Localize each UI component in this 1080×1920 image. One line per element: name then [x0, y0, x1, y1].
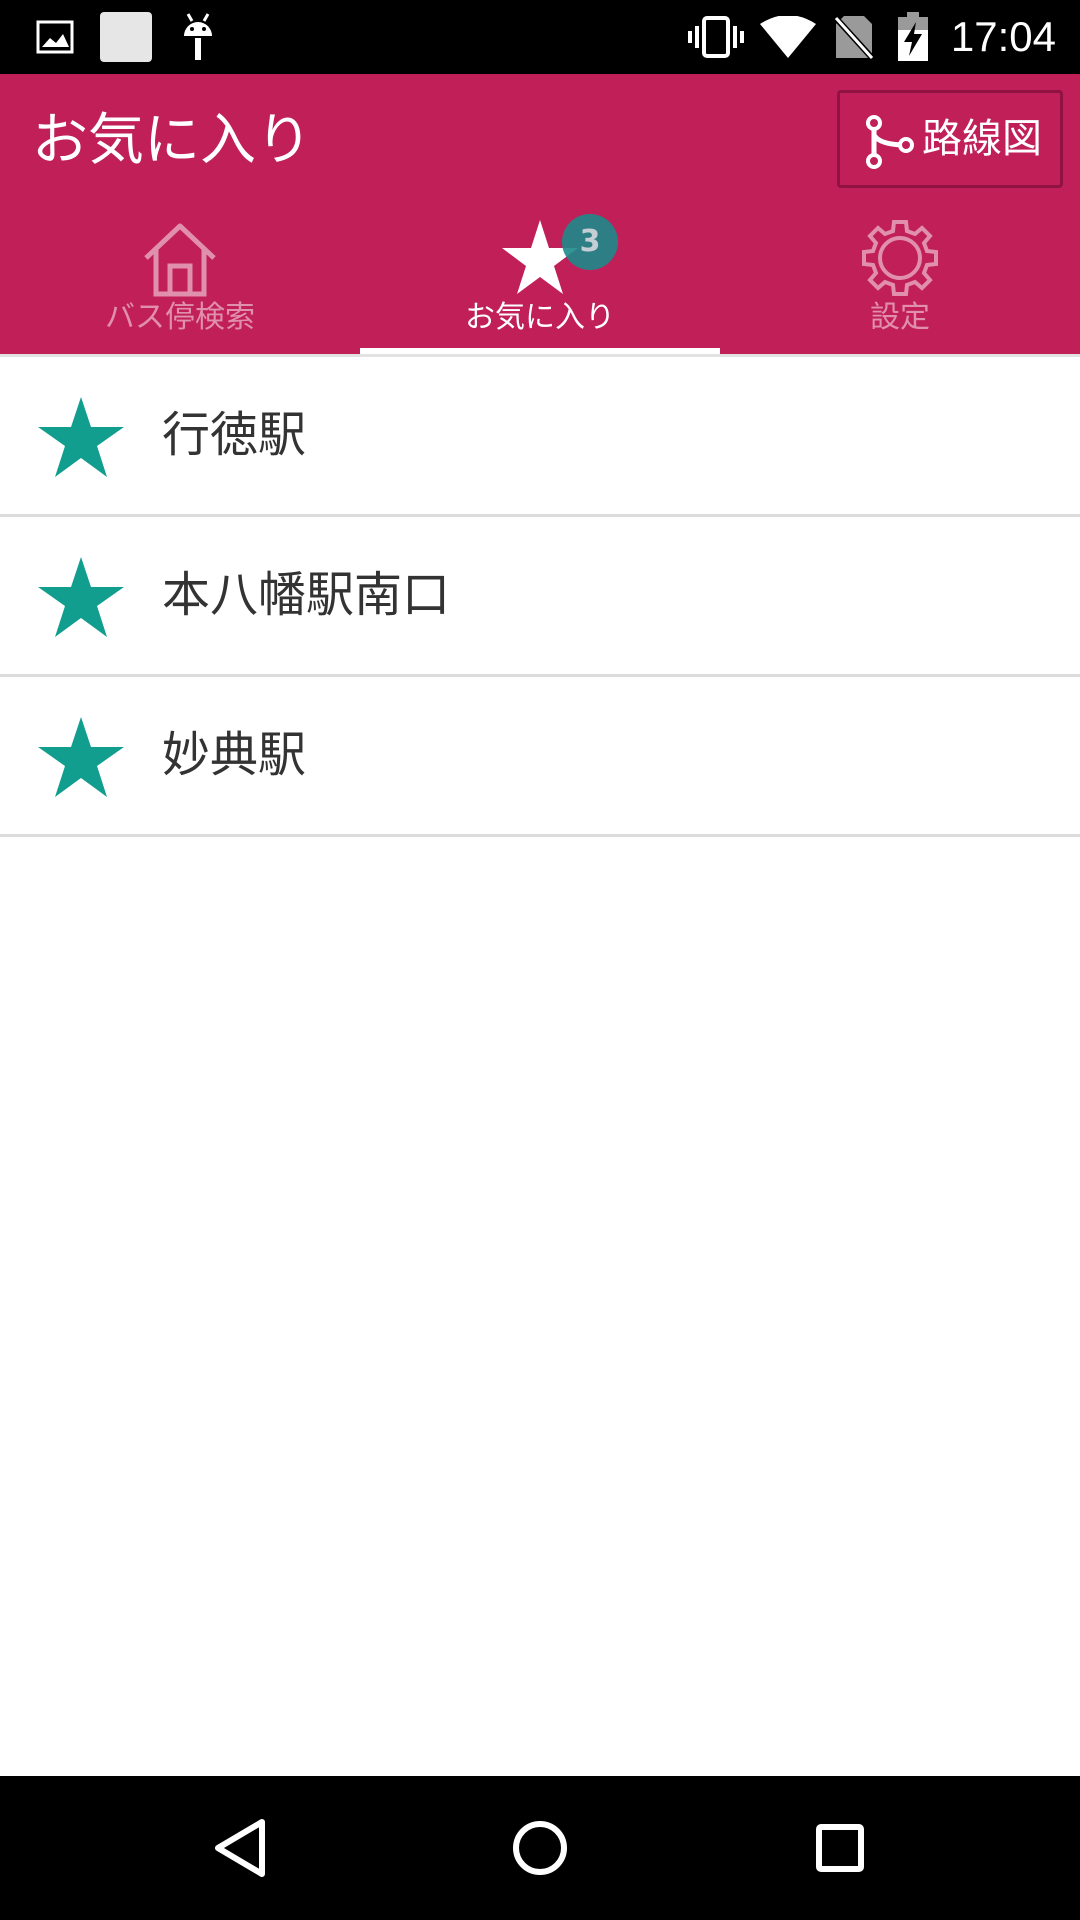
gallery-icon: [36, 20, 74, 58]
star-icon[interactable]: [36, 555, 126, 639]
home-button[interactable]: [490, 1798, 590, 1898]
route-map-button[interactable]: 路線図: [837, 90, 1063, 188]
status-bar: 17:04: [0, 0, 1080, 74]
tab-label: バス停検索: [105, 300, 255, 335]
tab-settings[interactable]: 設定: [720, 214, 1080, 354]
app-screen: 17:04 お気に入り 路線図 バス停検索 3 お気に入り 設定 行徳駅 本八幡…: [0, 0, 1080, 1920]
favorite-item[interactable]: 妙典駅: [0, 677, 1080, 837]
recents-icon: [816, 1824, 864, 1872]
bus-stop-name: 行徳駅: [162, 407, 307, 463]
tab-bus-stop-search[interactable]: バス停検索: [0, 214, 360, 354]
favorite-item[interactable]: 本八幡駅南口: [0, 517, 1080, 677]
bus-stop-name: 妙典駅: [162, 727, 307, 783]
home-icon: [140, 218, 220, 298]
route-map-label: 路線図: [922, 116, 1042, 162]
navigation-bar: [0, 1776, 1080, 1920]
route-map-icon: [866, 115, 914, 169]
app-bar: お気に入り 路線図 バス停検索 3 お気に入り 設定: [0, 74, 1080, 354]
tab-label: お気に入り: [465, 300, 615, 335]
back-button[interactable]: [190, 1798, 290, 1898]
page-title: お気に入り: [32, 108, 312, 173]
android-debug-icon: [180, 12, 216, 66]
wifi-icon: [760, 15, 816, 62]
gear-icon: [860, 218, 940, 298]
home-circle-icon: [513, 1821, 567, 1875]
vibrate-icon: [688, 16, 744, 62]
status-time: 17:04: [950, 13, 1056, 60]
favorites-count-badge: 3: [562, 214, 618, 270]
star-icon[interactable]: [36, 395, 126, 479]
no-sim-icon: [831, 13, 877, 64]
notification-square-icon: [100, 12, 152, 66]
recents-button[interactable]: [790, 1798, 890, 1898]
star-icon[interactable]: [36, 715, 126, 799]
tab-favorites[interactable]: 3 お気に入り: [360, 214, 720, 354]
favorites-list: 行徳駅 本八幡駅南口 妙典駅: [0, 354, 1080, 837]
bus-stop-name: 本八幡駅南口: [162, 567, 451, 623]
tab-label: 設定: [870, 300, 930, 335]
back-icon: [215, 1819, 265, 1877]
battery-charging-icon: [896, 12, 930, 66]
favorite-item[interactable]: 行徳駅: [0, 354, 1080, 517]
